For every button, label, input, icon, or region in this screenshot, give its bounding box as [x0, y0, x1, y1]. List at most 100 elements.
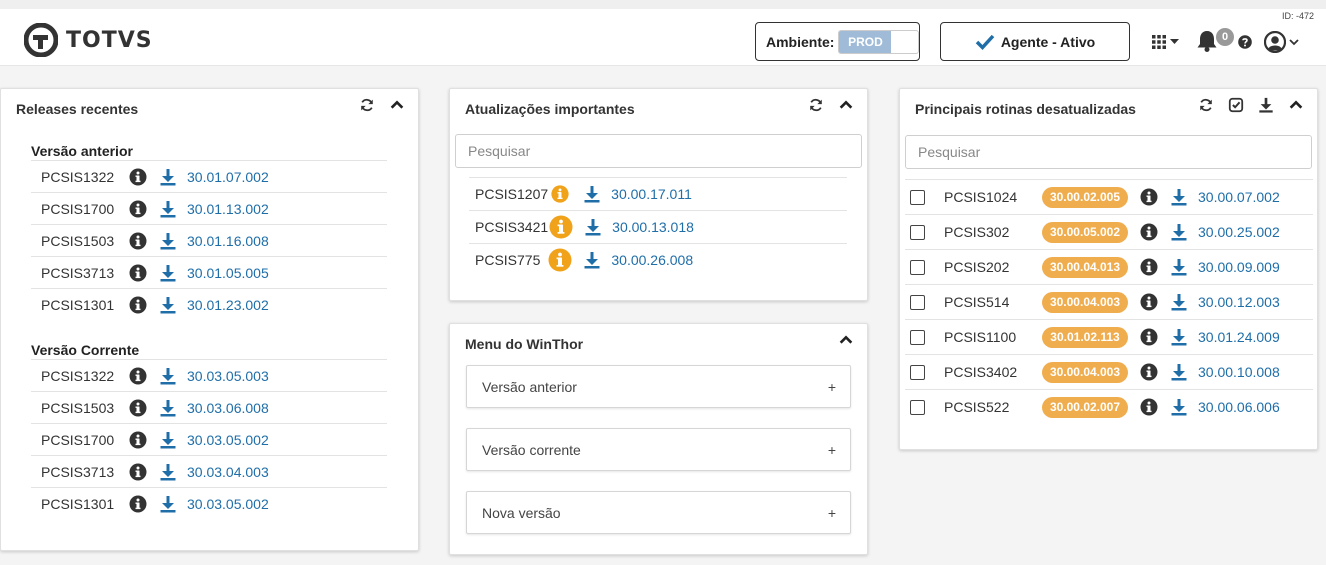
- version-link[interactable]: 30.00.10.008: [1198, 364, 1280, 380]
- menu-versao-anterior[interactable]: Versão anterior +: [466, 365, 851, 408]
- download-icon[interactable]: [159, 399, 177, 417]
- download-icon[interactable]: [159, 232, 177, 250]
- collapse-button[interactable]: [837, 96, 855, 114]
- warning-info-icon[interactable]: [548, 248, 572, 272]
- warning-info-icon[interactable]: [549, 215, 573, 239]
- version-link[interactable]: 30.01.24.009: [1198, 329, 1280, 345]
- version-link[interactable]: 30.00.12.003: [1198, 294, 1280, 310]
- row-checkbox[interactable]: [910, 294, 925, 310]
- download-icon[interactable]: [159, 168, 177, 186]
- info-icon[interactable]: [1140, 293, 1158, 311]
- select-all-button[interactable]: [1227, 96, 1245, 114]
- download-icon[interactable]: [159, 495, 177, 513]
- ambiente-toggle[interactable]: PROD: [838, 29, 919, 54]
- routine-name: PCSIS775: [475, 252, 541, 268]
- version-link[interactable]: 30.00.13.018: [612, 219, 694, 235]
- download-icon[interactable]: [583, 185, 601, 203]
- version-link[interactable]: 30.01.07.002: [187, 169, 269, 185]
- refresh-icon: [1198, 97, 1214, 113]
- version-link[interactable]: 30.03.06.008: [187, 400, 269, 416]
- row-checkbox[interactable]: [910, 189, 925, 205]
- info-icon[interactable]: [1140, 328, 1158, 346]
- info-icon[interactable]: [129, 463, 147, 481]
- warning-info-icon[interactable]: [551, 185, 569, 203]
- chevron-up-icon: [389, 97, 405, 113]
- row-checkbox[interactable]: [910, 259, 925, 275]
- version-link[interactable]: 30.01.05.005: [187, 265, 269, 281]
- ambiente-box: Ambiente: PROD: [755, 22, 920, 61]
- search-input[interactable]: [905, 135, 1312, 169]
- info-icon[interactable]: [129, 264, 147, 282]
- help-button[interactable]: [1238, 35, 1252, 49]
- version-link[interactable]: 30.01.16.008: [187, 233, 269, 249]
- collapse-button[interactable]: [837, 331, 855, 349]
- version-link[interactable]: 30.00.17.011: [611, 186, 692, 202]
- apps-menu-button[interactable]: [1152, 35, 1186, 49]
- routine-name: PCSIS1100: [944, 329, 1017, 345]
- logo-text: TOTVS: [66, 27, 153, 53]
- collapse-button[interactable]: [388, 96, 406, 114]
- version-link[interactable]: 30.01.13.002: [187, 201, 269, 217]
- info-icon[interactable]: [129, 232, 147, 250]
- row-checkbox[interactable]: [910, 399, 925, 415]
- logo[interactable]: TOTVS: [24, 23, 153, 57]
- info-icon[interactable]: [1140, 258, 1158, 276]
- info-icon[interactable]: [129, 296, 147, 314]
- info-icon[interactable]: [129, 367, 147, 385]
- menu-nova-versao[interactable]: Nova versão +: [466, 491, 851, 534]
- row-checkbox[interactable]: [910, 329, 925, 345]
- version-link[interactable]: 30.00.26.008: [611, 252, 693, 268]
- info-icon[interactable]: [1140, 363, 1158, 381]
- version-link[interactable]: 30.00.07.002: [1198, 189, 1280, 205]
- download-icon[interactable]: [159, 200, 177, 218]
- version-link[interactable]: 30.03.05.002: [187, 496, 269, 512]
- download-icon[interactable]: [159, 367, 177, 385]
- routine-name: PCSIS3421: [475, 219, 549, 235]
- version-link[interactable]: 30.00.06.006: [1198, 399, 1280, 415]
- version-link[interactable]: 30.03.05.002: [187, 432, 269, 448]
- menu-versao-corrente[interactable]: Versão corrente +: [466, 428, 851, 471]
- refresh-button[interactable]: [358, 96, 376, 114]
- download-icon[interactable]: [1170, 328, 1188, 346]
- download-icon[interactable]: [584, 218, 602, 236]
- releases-title: Releases recentes: [16, 101, 139, 117]
- info-icon[interactable]: [129, 431, 147, 449]
- download-icon[interactable]: [1170, 258, 1188, 276]
- version-link[interactable]: 30.00.25.002: [1198, 224, 1280, 240]
- collapse-button[interactable]: [1287, 96, 1305, 114]
- version-link[interactable]: 30.01.23.002: [187, 297, 269, 313]
- refresh-button[interactable]: [807, 96, 825, 114]
- list-item: PCSIS1700 30.01.13.002: [31, 192, 387, 224]
- info-icon[interactable]: [1140, 398, 1158, 416]
- user-menu-button[interactable]: [1264, 31, 1299, 53]
- download-icon[interactable]: [1170, 293, 1188, 311]
- row-checkbox[interactable]: [910, 364, 925, 380]
- info-icon[interactable]: [129, 495, 147, 513]
- download-icon[interactable]: [159, 264, 177, 282]
- list-item: PCSIS202 30.00.04.013 30.00.09.009: [905, 249, 1313, 284]
- current-version-badge: 30.00.02.007: [1042, 396, 1128, 418]
- info-icon[interactable]: [129, 399, 147, 417]
- download-icon[interactable]: [1170, 188, 1188, 206]
- info-icon[interactable]: [1140, 188, 1158, 206]
- download-icon[interactable]: [1170, 223, 1188, 241]
- refresh-button[interactable]: [1197, 96, 1215, 114]
- download-icon[interactable]: [159, 463, 177, 481]
- download-all-button[interactable]: [1257, 96, 1275, 114]
- routine-name: PCSIS1700: [41, 431, 115, 448]
- version-link[interactable]: 30.03.05.003: [187, 368, 269, 384]
- agente-button[interactable]: Agente - Ativo: [940, 22, 1130, 61]
- download-icon[interactable]: [159, 296, 177, 314]
- download-icon[interactable]: [583, 251, 601, 269]
- download-icon[interactable]: [159, 431, 177, 449]
- version-link[interactable]: 30.03.04.003: [187, 464, 269, 480]
- search-input[interactable]: [455, 134, 862, 168]
- info-icon[interactable]: [129, 168, 147, 186]
- version-link[interactable]: 30.00.09.009: [1198, 259, 1280, 275]
- info-icon[interactable]: [1140, 223, 1158, 241]
- info-icon[interactable]: [129, 200, 147, 218]
- routine-name: PCSIS1503: [41, 399, 115, 416]
- row-checkbox[interactable]: [910, 224, 925, 240]
- download-icon[interactable]: [1170, 398, 1188, 416]
- download-icon[interactable]: [1170, 363, 1188, 381]
